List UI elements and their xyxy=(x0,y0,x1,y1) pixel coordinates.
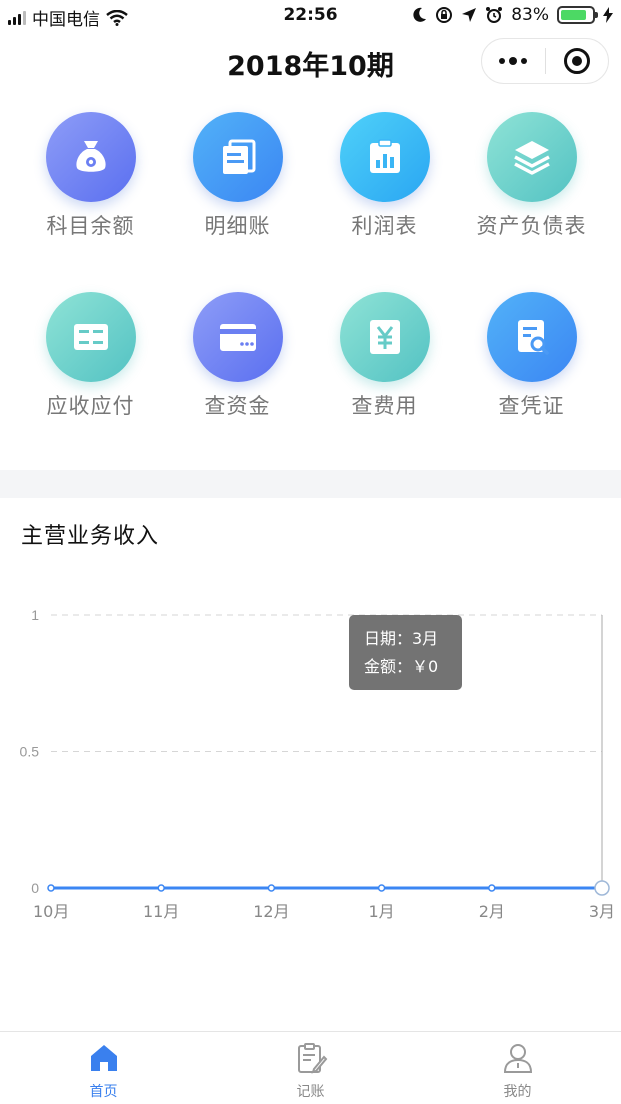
grid-label: 明细账 xyxy=(204,214,271,238)
tab-label: 记账 xyxy=(296,1084,325,1100)
x-tick-label: 12月 xyxy=(253,902,289,921)
bar-chart-clipboard-icon xyxy=(339,112,430,202)
tab-home[interactable]: 首页 xyxy=(0,1032,207,1104)
y-tick-label: 0 xyxy=(31,880,39,896)
grid-item-income-statement[interactable]: 利润表 xyxy=(311,112,458,240)
tab-label: 我的 xyxy=(503,1084,532,1100)
grid-item-check-funds[interactable]: 查资金 xyxy=(164,292,311,420)
grid-item-balance-sheet[interactable]: 资产负债表 xyxy=(458,112,605,240)
user-icon xyxy=(503,1044,532,1073)
layers-icon xyxy=(486,112,577,202)
charging-icon xyxy=(603,7,613,23)
x-tick-label: 10月 xyxy=(33,902,69,921)
tooltip-date: 日期：3月 xyxy=(364,629,439,648)
more-button[interactable] xyxy=(482,39,545,83)
grid-item-receivables-payables[interactable]: 应收应付 xyxy=(17,292,164,420)
moon-icon xyxy=(413,7,427,22)
data-point xyxy=(377,884,386,892)
tab-label: 首页 xyxy=(89,1084,118,1100)
nav-bar: 2018年10期 xyxy=(0,32,621,90)
more-dots-icon xyxy=(499,57,528,65)
grid-item-check-expenses[interactable]: 查费用 xyxy=(311,292,458,420)
document-stack-icon xyxy=(192,112,283,202)
y-tick-label: 1 xyxy=(31,607,39,623)
battery-icon xyxy=(557,6,598,24)
location-icon xyxy=(462,8,477,22)
tab-bookkeeping[interactable]: 记账 xyxy=(207,1032,414,1104)
x-tick-label: 3月 xyxy=(589,902,615,921)
data-point xyxy=(157,884,165,892)
grid-label: 资产负债表 xyxy=(476,214,587,238)
alarm-icon xyxy=(486,7,503,23)
battery-fill xyxy=(561,10,586,20)
section-divider xyxy=(0,470,621,498)
chart-tooltip: 日期：3月 金额：￥0 xyxy=(349,615,462,690)
grid-label: 查凭证 xyxy=(498,394,565,418)
mini-program-capsule xyxy=(481,38,609,84)
card-list-icon xyxy=(45,292,136,382)
home-icon xyxy=(90,1045,117,1071)
edit-note-icon xyxy=(297,1043,327,1074)
data-point xyxy=(488,884,496,892)
grid-label: 科目余额 xyxy=(46,214,135,238)
wallet-card-icon xyxy=(192,292,283,382)
battery-percent: 83% xyxy=(511,5,549,25)
data-point xyxy=(267,884,276,892)
x-tick-label: 11月 xyxy=(143,902,179,921)
tab-bar: 首页 记账 我的 xyxy=(0,1031,621,1104)
yen-icon xyxy=(339,292,430,382)
chart-title: 主营业务收入 xyxy=(21,524,160,549)
close-program-button[interactable] xyxy=(546,39,609,83)
y-tick-label: 0.5 xyxy=(20,744,40,760)
voucher-search-icon xyxy=(486,292,577,382)
data-point xyxy=(594,880,610,896)
x-tick-label: 2月 xyxy=(479,902,505,921)
target-icon xyxy=(563,48,590,74)
grid-item-account-balance[interactable]: 科目余额 xyxy=(17,112,164,240)
data-point xyxy=(47,884,55,892)
tab-mine[interactable]: 我的 xyxy=(414,1032,621,1104)
x-tick-label: 1月 xyxy=(369,902,395,921)
function-grid: 科目余额 明细账 利润表 资产负债表 应收应付 查资金 查费用 查凭证 xyxy=(0,90,621,470)
grid-item-check-vouchers[interactable]: 查凭证 xyxy=(458,292,605,420)
status-right: 83% xyxy=(413,5,613,25)
tooltip-amount: 金额：￥0 xyxy=(364,657,439,676)
grid-item-detail-ledger[interactable]: 明细账 xyxy=(164,112,311,240)
money-bag-icon xyxy=(45,112,136,202)
rotation-lock-icon xyxy=(436,7,453,23)
grid-label: 利润表 xyxy=(351,214,418,238)
status-bar: 中国电信 22:56 83% xyxy=(0,0,621,32)
revenue-line-chart[interactable]: 0 0.5 1 10月 11月 12月 1月 2月 3月 xyxy=(0,590,621,930)
grid-label: 查费用 xyxy=(351,394,418,418)
grid-label: 查资金 xyxy=(204,394,271,418)
grid-label: 应收应付 xyxy=(46,394,135,418)
